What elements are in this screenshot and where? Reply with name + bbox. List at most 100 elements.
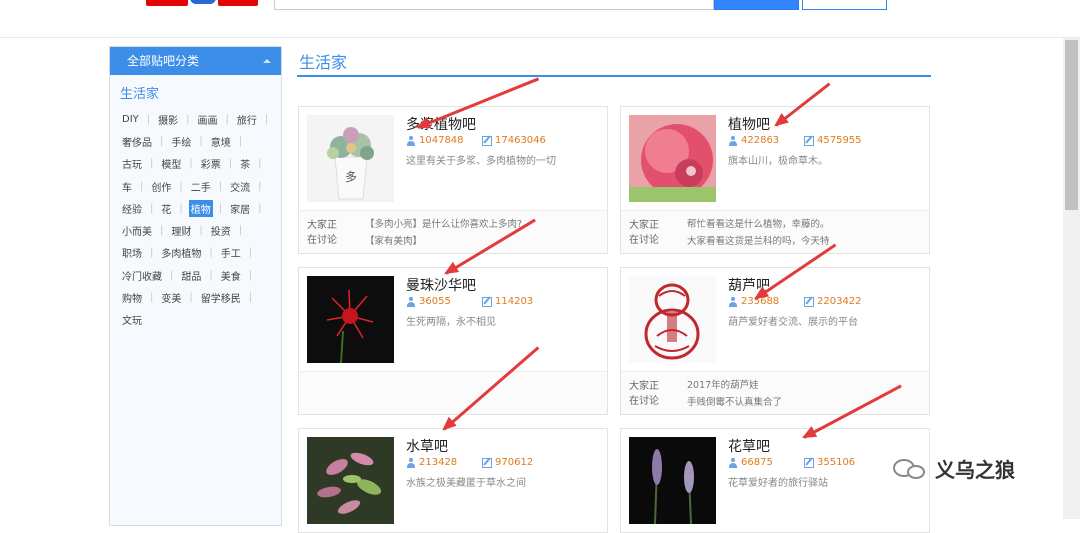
category-tag[interactable]: 美食: [219, 267, 243, 284]
tag-separator: |: [150, 158, 154, 170]
tag-row: 职场 | 多肉植物 | 手工 |: [110, 242, 281, 264]
post-count: 17463046: [495, 135, 546, 146]
forum-description: 水族之极美藏匿于草水之间: [406, 478, 526, 489]
category-tag[interactable]: 小而美: [120, 222, 154, 239]
discussion-label: 大家正在讨论: [629, 381, 659, 407]
forum-name[interactable]: 植物吧: [728, 114, 770, 134]
category-tag[interactable]: 投资: [209, 222, 233, 239]
member-count: 213428: [419, 457, 458, 468]
collapse-caret-icon[interactable]: [263, 59, 271, 63]
red-lily-thumbnail[interactable]: [307, 276, 394, 363]
post-count: 970612: [495, 457, 534, 468]
forum-stats: 235688 2203422: [728, 296, 880, 307]
category-tag[interactable]: 文玩: [120, 311, 144, 328]
svg-text:多: 多: [345, 170, 357, 184]
category-tag[interactable]: 留学移民: [199, 289, 243, 306]
category-tag[interactable]: 茶: [238, 155, 252, 172]
category-tag[interactable]: 交流: [228, 178, 252, 195]
tag-list: DIY | 摄影 | 画画 | 旅行 | 奢侈品 | 手绘 | 意境 | 古玩 | 模型 | 彩票 | 茶 | 车 | 创作 | 二…: [110, 108, 281, 331]
watermark-text: 义乌之狼: [935, 458, 1015, 482]
discussion-section: 大家正在讨论 帮忙看看这是什么植物，幸藤的。 大家看看这货是兰科的吗，今天特: [621, 210, 929, 253]
category-tag[interactable]: 车: [120, 178, 134, 195]
post-count: 355106: [817, 457, 856, 468]
category-tag[interactable]: 摄影: [156, 111, 180, 128]
category-tag[interactable]: 冷门收藏: [120, 267, 164, 284]
member-count: 36055: [419, 296, 451, 307]
category-tag[interactable]: 旅行: [235, 111, 259, 128]
search-button[interactable]: [714, 0, 799, 10]
category-tag[interactable]: 植物: [188, 199, 213, 217]
discussion-label: 大家正在讨论: [307, 220, 337, 246]
tag-separator: |: [179, 202, 183, 214]
gourd-seal-thumbnail[interactable]: [629, 276, 716, 363]
tag-separator: |: [140, 180, 144, 192]
forum-card[interactable]: 水草吧 213428 970612 水族之极美藏匿于草水之间: [298, 428, 608, 533]
category-tag[interactable]: 手绘: [169, 133, 193, 150]
category-tag[interactable]: 理财: [169, 222, 193, 239]
forum-card[interactable]: 花草吧 66875 355106 花草爱好者的旅行驿站: [620, 428, 930, 533]
category-tag[interactable]: 变美: [159, 289, 183, 306]
category-tag[interactable]: 彩票: [199, 155, 223, 172]
discussion-link[interactable]: 帮忙看看这是什么植物，幸藤的。: [687, 216, 830, 233]
tag-separator: |: [160, 135, 164, 147]
post-icon: [804, 296, 814, 307]
category-tag[interactable]: 画画: [196, 111, 220, 128]
baidu-tieba-logo[interactable]: [146, 0, 258, 6]
lavender-thumbnail[interactable]: [629, 437, 716, 524]
tag-separator: |: [150, 292, 154, 304]
category-tag[interactable]: 购物: [120, 289, 144, 306]
category-tag[interactable]: 创作: [149, 178, 173, 195]
forum-name[interactable]: 水草吧: [406, 436, 448, 456]
forum-stats: 36055 114203: [406, 296, 558, 307]
sidebar-category-title[interactable]: 生活家: [120, 83, 281, 102]
tag-separator: |: [258, 180, 262, 192]
discussion-section: 大家正在讨论 【多肉小亮】是什么让你喜欢上多肉? 【家有美肉】: [299, 210, 607, 253]
tag-separator: |: [209, 247, 213, 259]
tag-separator: |: [248, 269, 253, 281]
post-count: 2203422: [817, 296, 862, 307]
forum-card[interactable]: 多 多浆植物吧 1047848 17463046 这里有关于多浆、多肉植物的一切…: [298, 106, 608, 254]
discussion-link[interactable]: 【多肉小亮】是什么让你喜欢上多肉?: [365, 216, 522, 233]
search-input[interactable]: [274, 0, 714, 10]
category-tag[interactable]: DIY: [120, 113, 141, 126]
forum-name[interactable]: 花草吧: [728, 436, 770, 456]
user-icon: [406, 135, 416, 146]
secondary-search-button[interactable]: [802, 0, 887, 10]
category-tag[interactable]: 多肉植物: [159, 244, 203, 261]
forum-description: 葫芦爱好者交流、展示的平台: [728, 317, 858, 328]
pink-flower-thumbnail[interactable]: [629, 115, 716, 202]
user-icon: [406, 457, 416, 468]
category-tag[interactable]: 经验: [120, 200, 144, 217]
tag-separator: |: [258, 202, 262, 214]
category-tag[interactable]: 二手: [189, 178, 213, 195]
user-icon: [728, 296, 738, 307]
tag-row: DIY | 摄影 | 画画 | 旅行 |: [110, 108, 281, 130]
tag-separator: |: [225, 113, 229, 125]
category-tag[interactable]: 模型: [159, 155, 183, 172]
page-scrollbar[interactable]: [1063, 38, 1080, 519]
scrollbar-thumb[interactable]: [1065, 40, 1078, 210]
forum-card[interactable]: 曼珠沙华吧 36055 114203 生死两隔，永不相见: [298, 267, 608, 415]
category-tag[interactable]: 意境: [209, 133, 233, 150]
category-tag[interactable]: 古玩: [120, 155, 144, 172]
forum-stats: 66875 355106: [728, 457, 880, 468]
post-icon: [804, 457, 814, 468]
discussion-link[interactable]: 手贱倒霉不认真集合了: [687, 394, 782, 411]
category-tag[interactable]: 手工: [219, 244, 243, 261]
category-tag[interactable]: 家居: [228, 200, 252, 217]
tag-separator: |: [199, 225, 203, 237]
category-tag[interactable]: 奢侈品: [120, 133, 154, 150]
tag-separator: |: [228, 158, 233, 170]
tag-row: 冷门收藏 | 甜品 | 美食 |: [110, 264, 281, 286]
tag-separator: |: [160, 225, 164, 237]
succulent-thumbnail[interactable]: 多: [307, 115, 394, 202]
category-tag[interactable]: 花: [159, 200, 173, 217]
discussion-link[interactable]: 2017年的葫芦娃: [687, 377, 782, 394]
sidebar-header[interactable]: 全部贴吧分类: [110, 47, 281, 75]
aquatic-plant-thumbnail[interactable]: [307, 437, 394, 524]
discussion-link[interactable]: 大家看看这货是兰科的吗，今天特: [687, 233, 830, 250]
forum-name[interactable]: 曼珠沙华吧: [406, 275, 476, 295]
category-tag[interactable]: 甜品: [179, 267, 203, 284]
member-count: 422863: [741, 135, 780, 146]
category-tag[interactable]: 职场: [120, 244, 144, 261]
